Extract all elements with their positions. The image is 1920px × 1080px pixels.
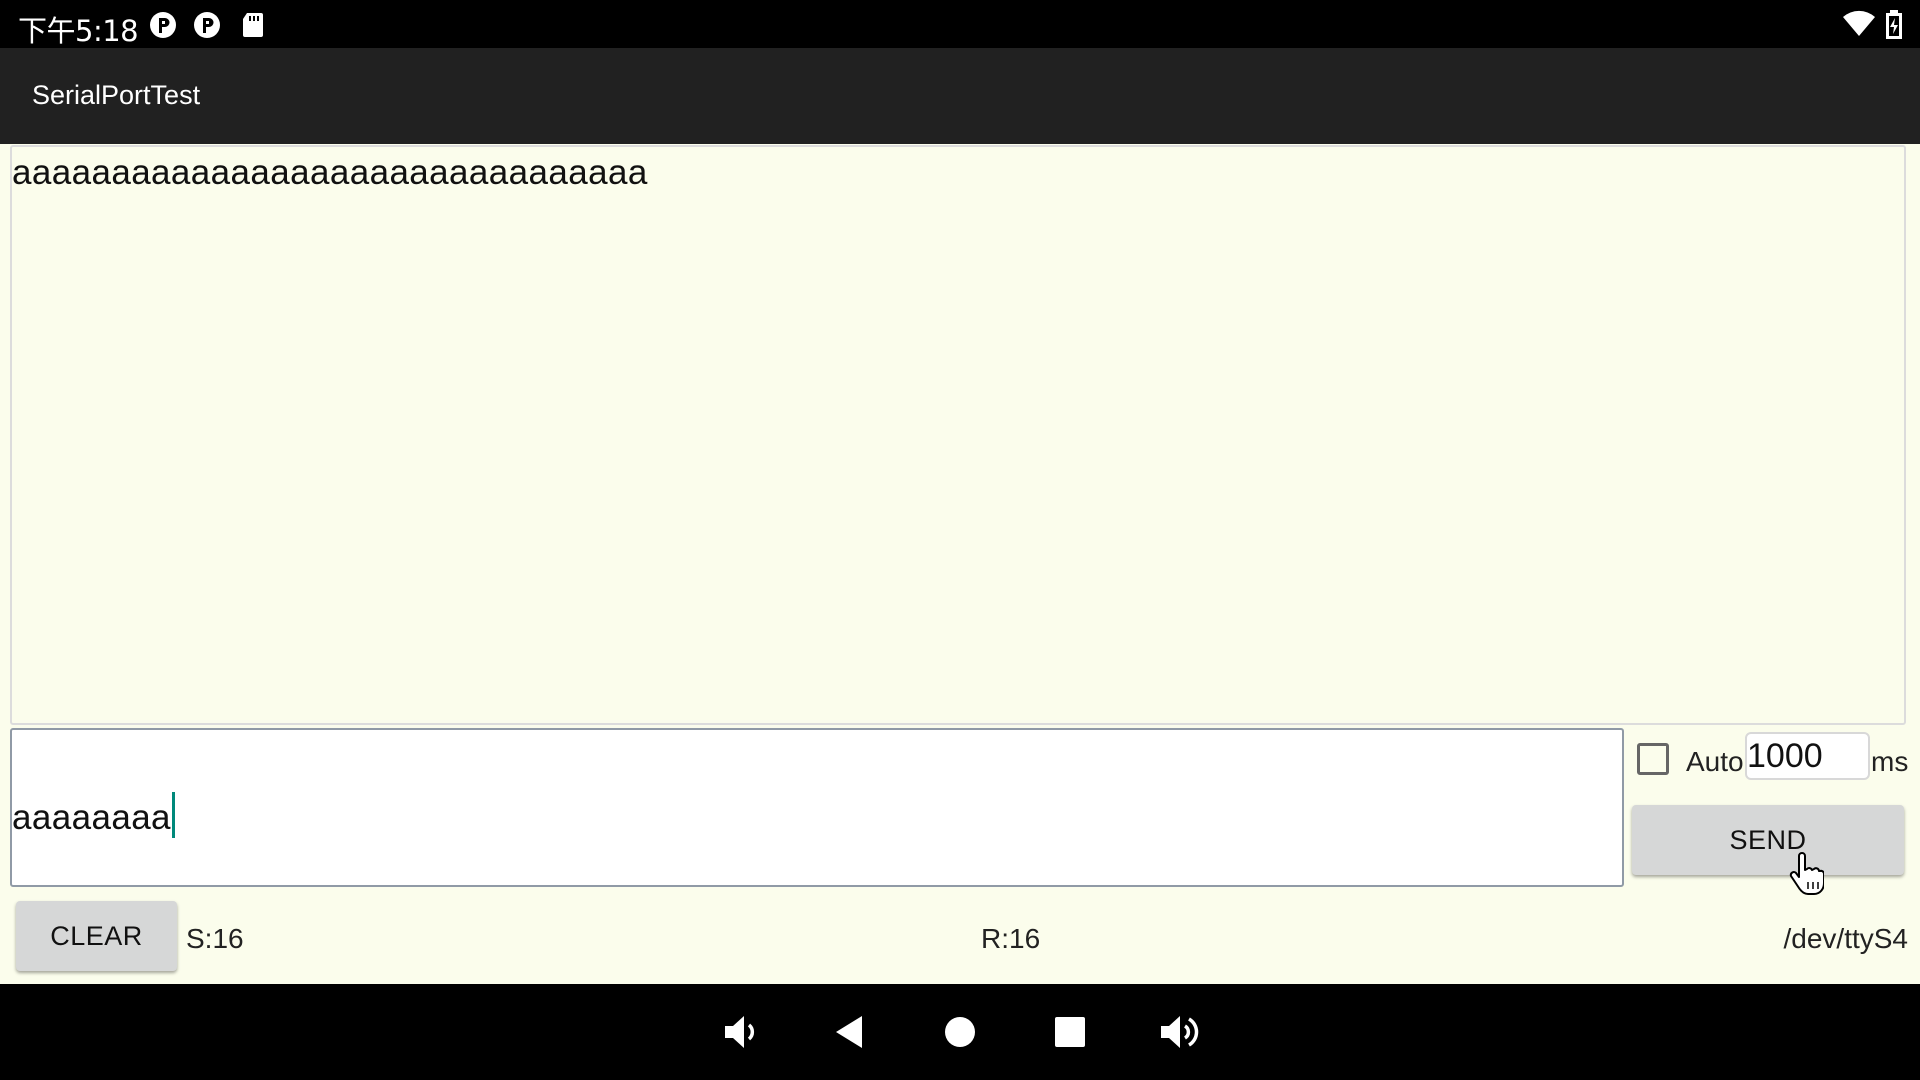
receive-text-area[interactable]: aaaaaaaaaaaaaaaaaaaaaaaaaaaaaaaa — [10, 145, 1906, 725]
wifi-icon — [1843, 10, 1875, 37]
battery-charging-icon — [1886, 10, 1902, 39]
received-count: R:16 — [981, 923, 1041, 954]
serial-port-label: /dev/ttyS4 — [1783, 923, 1908, 954]
auto-label: Auto — [1686, 746, 1744, 777]
send-input-value-wrap: aaaaaaaa — [12, 792, 175, 838]
send-input[interactable]: aaaaaaaa — [10, 728, 1624, 887]
ms-unit-label: ms — [1871, 746, 1909, 777]
app-bar: SerialPortTest — [0, 48, 1920, 144]
sd-card-icon — [243, 13, 263, 37]
home-icon[interactable] — [942, 1012, 978, 1052]
volume-down-icon[interactable] — [722, 1012, 762, 1052]
clear-button[interactable]: CLEAR — [16, 901, 177, 971]
p-icon — [194, 12, 220, 38]
app-title: SerialPortTest — [32, 80, 201, 110]
text-caret — [171, 792, 175, 838]
p-icon — [150, 12, 176, 38]
volume-up-icon[interactable] — [1158, 1012, 1202, 1052]
send-input-value: aaaaaaaa — [12, 798, 171, 837]
send-button[interactable]: SEND — [1632, 805, 1904, 875]
sent-count: S:16 — [186, 923, 244, 954]
navigation-bar — [0, 984, 1920, 1080]
interval-input[interactable]: 1000 — [1745, 732, 1870, 780]
recents-icon[interactable] — [1052, 1012, 1088, 1052]
back-icon[interactable] — [832, 1012, 866, 1052]
received-data-text: aaaaaaaaaaaaaaaaaaaaaaaaaaaaaaaa — [12, 153, 648, 192]
status-bar: 下午5:18 — [0, 0, 1920, 48]
auto-checkbox[interactable] — [1637, 743, 1669, 775]
status-time: 下午5:18 — [18, 14, 139, 48]
hand-cursor-icon — [1789, 852, 1824, 895]
